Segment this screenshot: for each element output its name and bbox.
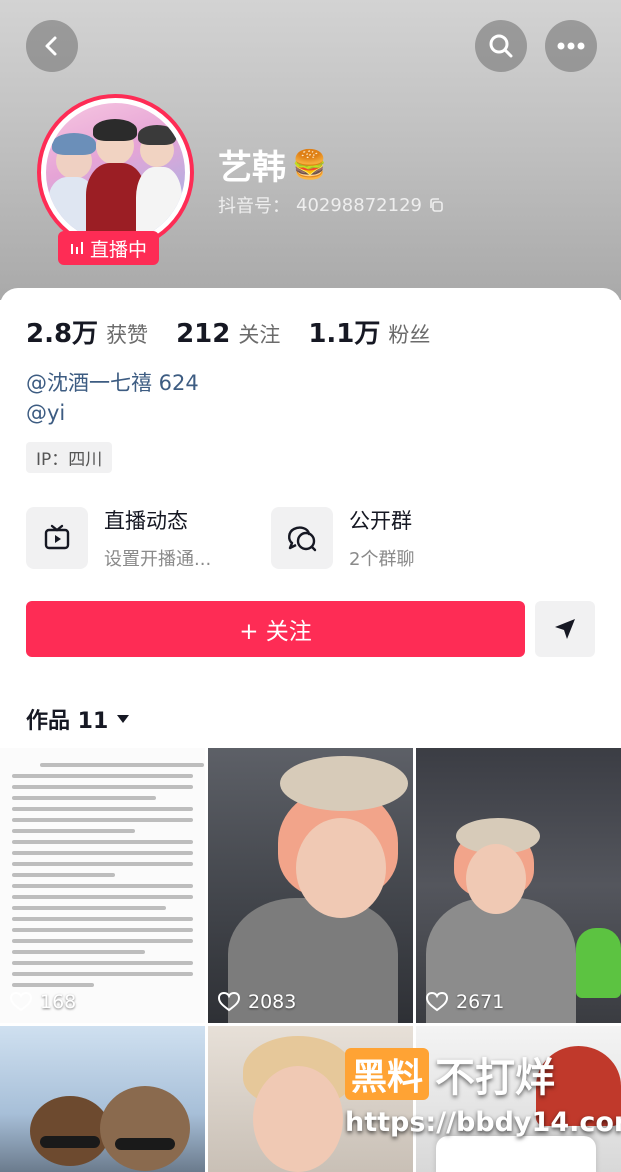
tv-play-icon [44,524,70,550]
bio-mention-1[interactable]: @沈酒一七禧 624 [26,367,199,397]
like-count: 2671 [426,991,504,1013]
tab-works[interactable]: 作品 11 [26,703,130,735]
like-count-text: 2083 [248,991,297,1013]
live-entry-title: 直播动态 [104,509,188,533]
public-group-entry[interactable]: 公开群 2个群聊 [271,505,414,571]
caret-down-icon [117,715,130,723]
search-icon [489,34,513,58]
stat-following-label: 关注 [238,323,281,347]
share-button[interactable] [535,601,595,657]
avatar-live-ring[interactable] [37,94,194,251]
heart-icon [426,992,448,1012]
watermark: 黑料 不打烊 https://bbdy14.com [345,1045,621,1138]
like-count-text: 168 [40,991,77,1013]
stat-followers-number: 1.1万 [308,319,381,349]
search-button[interactable] [475,20,527,72]
stat-followers[interactable]: 1.1万 粉丝 [308,313,430,350]
video-thumbnail[interactable]: 2671 [416,748,621,1023]
stats-row: 2.8万 获赞 212 关注 1.1万 粉丝 [26,313,458,350]
follow-button[interactable]: + 关注 [26,601,525,657]
stat-likes[interactable]: 2.8万 获赞 [26,313,148,350]
stat-following[interactable]: 212 关注 [176,319,280,349]
heart-icon [10,992,32,1012]
group-chat-icon [288,526,317,552]
douyin-id-label: 抖音号： [218,196,290,217]
live-entry-subtitle: 设置开播通... [104,549,212,570]
live-bars-icon [70,242,83,254]
watermark-badge: 黑料 [345,1048,430,1100]
like-count: 168 [10,991,76,1013]
stat-followers-label: 粉丝 [388,323,431,347]
ip-location-tag: IP：四川 [26,442,113,473]
live-dynamics-entry[interactable]: 直播动态 设置开播通... [26,505,211,571]
like-count-text: 2671 [456,991,505,1013]
more-options-button[interactable] [545,20,597,72]
live-badge[interactable]: 直播中 [58,231,159,265]
video-thumbnail[interactable] [0,1026,205,1172]
douyin-id[interactable]: 抖音号： 40298872129 [218,192,444,218]
group-entry-title: 公开群 [349,509,412,533]
back-button[interactable] [26,20,78,72]
copy-icon[interactable] [428,197,444,213]
like-count: 2083 [218,991,296,1013]
live-badge-label: 直播中 [89,238,147,261]
hamburger-emoji: 🍔 [292,148,327,181]
send-arrow-icon [555,619,575,639]
stat-following-number: 212 [176,319,231,349]
watermark-url: https://bbdy14.com [345,1107,621,1138]
stat-likes-number: 2.8万 [26,319,99,349]
avatar [46,103,185,242]
group-entry-icon-box [271,507,333,569]
nickname-text: 艺韩 [218,148,286,188]
video-thumbnail[interactable]: 2083 [208,748,413,1023]
douyin-id-value: 40298872129 [296,194,422,216]
more-dots-icon [557,42,585,50]
chevron-left-icon [45,36,57,56]
bio-mention-2[interactable]: @yi [26,401,65,425]
heart-icon [218,992,240,1012]
video-thumbnail[interactable]: 168 [0,748,205,1023]
stat-likes-label: 获赞 [106,323,149,347]
profile-nickname: 艺韩 🍔 [218,140,327,189]
group-entry-subtitle: 2个群聊 [349,549,415,570]
watermark-text: 不打烊 [435,1055,556,1101]
live-entry-icon-box [26,507,88,569]
works-tab-label: 作品 11 [26,709,109,734]
